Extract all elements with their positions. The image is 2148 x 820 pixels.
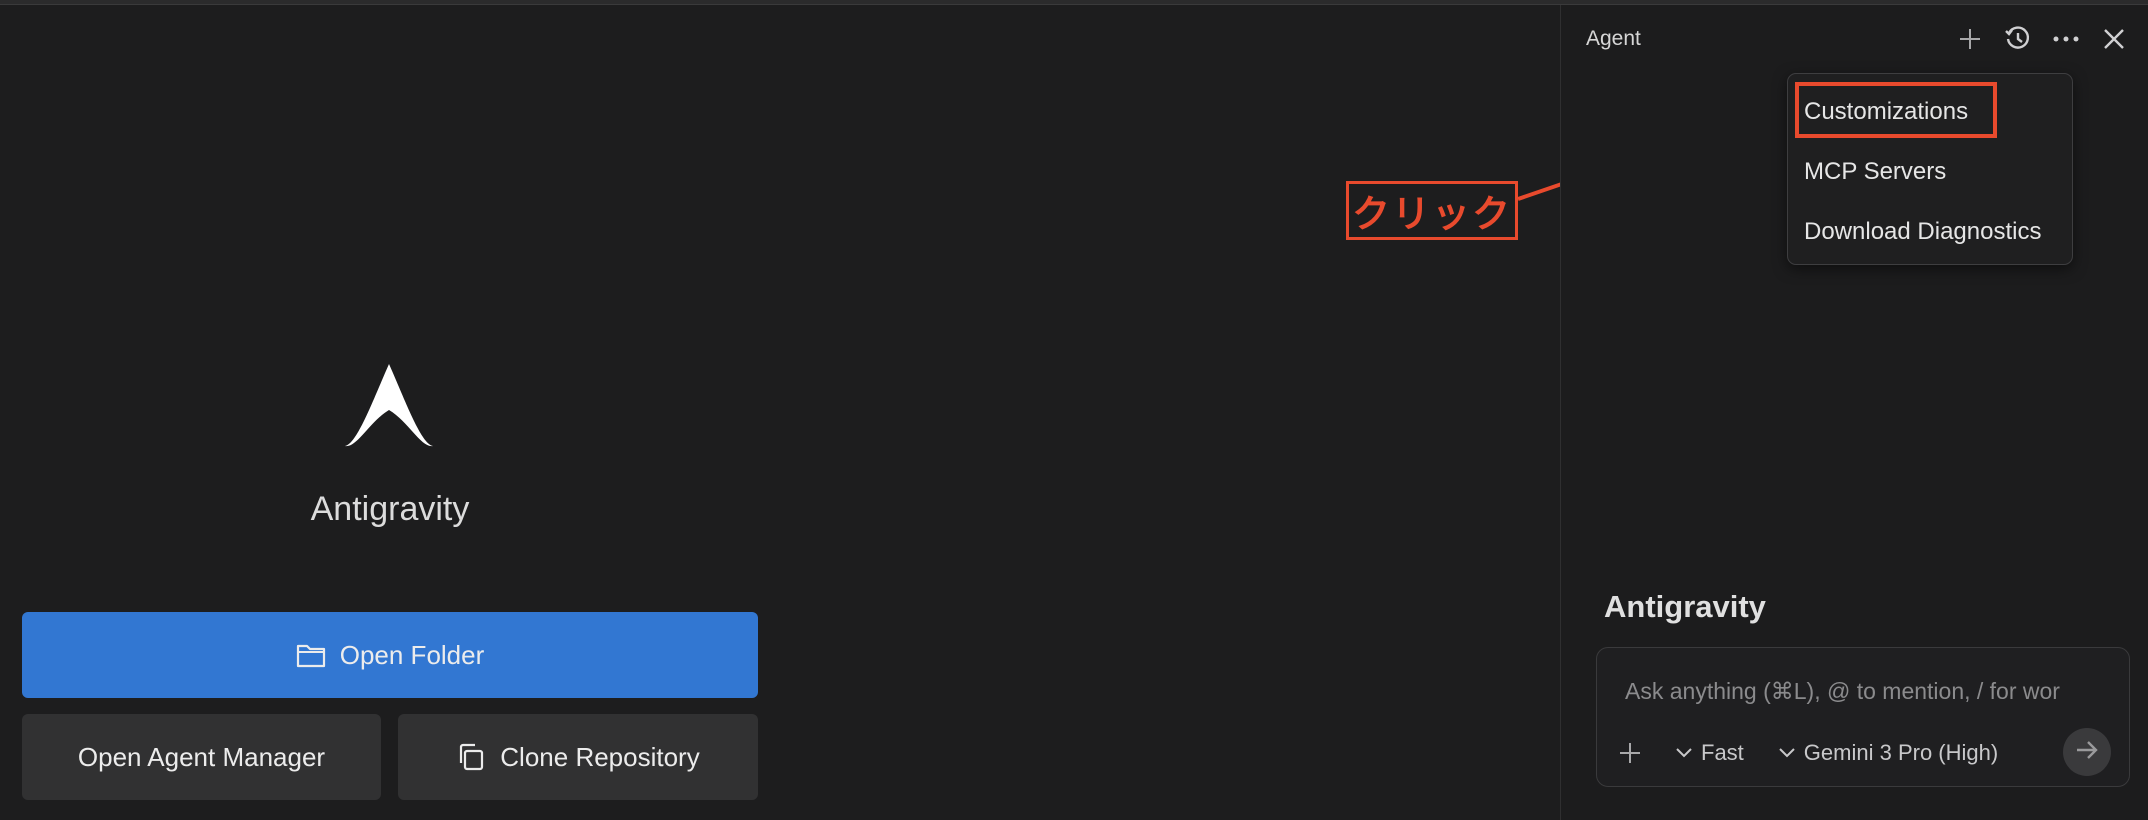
- chat-controls: Fast Gemini 3 Pro (High): [1619, 740, 2032, 766]
- plus-icon[interactable]: [1956, 25, 1984, 53]
- clone-repository-button[interactable]: Clone Repository: [398, 714, 758, 800]
- more-menu: Customizations MCP Servers Download Diag…: [1787, 73, 2073, 265]
- chat-input[interactable]: Ask anything (⌘L), @ to mention, / for w…: [1625, 678, 2125, 705]
- copy-icon: [456, 742, 486, 772]
- panel-title: Agent: [1586, 27, 1641, 50]
- chevron-down-icon: [1675, 747, 1693, 759]
- menu-item-mcp-servers[interactable]: MCP Servers: [1804, 158, 1946, 186]
- panel-brand: Antigravity: [1604, 589, 1766, 624]
- panel-toolbar: [1956, 25, 2128, 53]
- menu-item-customizations[interactable]: Customizations: [1804, 98, 1968, 126]
- add-context-icon[interactable]: [1619, 742, 1641, 764]
- agent-panel: Agent Customizations MCP Servers Downloa…: [1560, 5, 2148, 820]
- open-agent-manager-label: Open Agent Manager: [77, 741, 326, 772]
- model-label: Gemini 3 Pro (High): [1803, 740, 1999, 765]
- history-icon[interactable]: [2004, 25, 2032, 53]
- menu-item-download-diagnostics[interactable]: Download Diagnostics: [1804, 218, 2041, 246]
- open-folder-button[interactable]: Open Folder: [22, 612, 758, 698]
- mode-label: Fast: [1701, 740, 1744, 765]
- app-name: Antigravity: [310, 490, 470, 528]
- mode-dropdown[interactable]: Fast: [1675, 740, 1744, 766]
- send-button[interactable]: [2063, 728, 2111, 776]
- chat-box: Ask anything (⌘L), @ to mention, / for w…: [1596, 647, 2130, 787]
- open-agent-manager-button[interactable]: Open Agent Manager: [22, 714, 381, 800]
- close-icon[interactable]: [2100, 25, 2128, 53]
- folder-icon: [296, 642, 326, 668]
- welcome-area: Antigravity Open Folder Open Agent Manag…: [0, 5, 1560, 820]
- more-icon[interactable]: [2052, 25, 2080, 53]
- arrow-right-icon: [2075, 740, 2099, 765]
- chevron-down-icon: [1778, 747, 1796, 759]
- annotation-label: クリック: [1346, 181, 1518, 240]
- open-folder-label: Open Folder: [339, 639, 485, 670]
- clone-repository-label: Clone Repository: [500, 741, 700, 772]
- model-dropdown[interactable]: Gemini 3 Pro (High): [1778, 740, 1998, 766]
- antigravity-logo-icon: [343, 360, 435, 448]
